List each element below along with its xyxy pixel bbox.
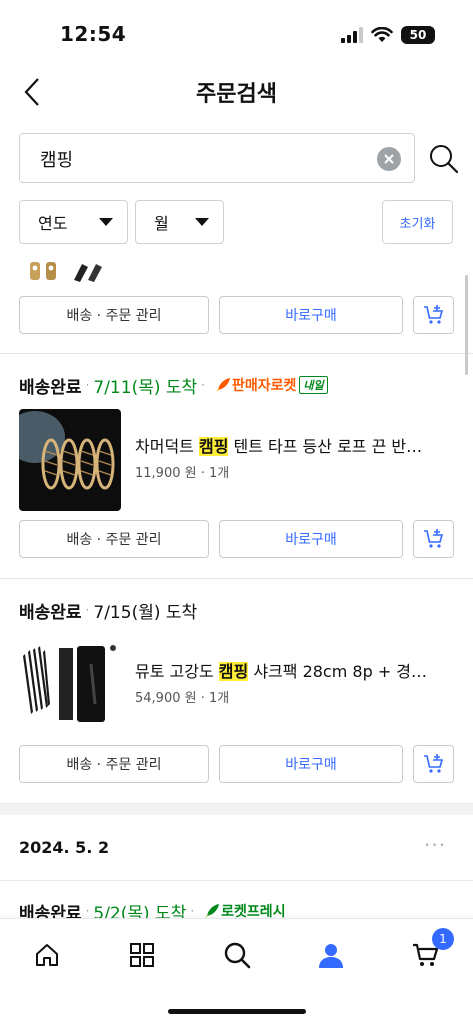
add-to-cart-button[interactable] (413, 520, 454, 558)
buy-now-button[interactable]: 바로구매 (219, 296, 403, 334)
add-to-cart-button[interactable] (413, 296, 454, 334)
order-actions: 배송 · 주문 관리 바로구매 (19, 520, 454, 558)
product-image-partial[interactable] (28, 258, 108, 286)
nav-home[interactable] (27, 935, 67, 975)
search-input[interactable] (40, 146, 370, 172)
buy-now-button[interactable]: 바로구매 (219, 520, 403, 558)
nav-category[interactable] (122, 935, 162, 975)
seller-rocket-badge: 판매자로켓 내일 (214, 375, 328, 395)
status-time: 12:54 (60, 22, 127, 46)
order-actions: 배송 · 주문 관리 바로구매 (19, 745, 454, 783)
divider (0, 578, 473, 579)
year-select[interactable]: 연도 (19, 200, 128, 244)
delivery-status: 배송완료 (19, 377, 82, 398)
manage-order-button[interactable]: 배송 · 주문 관리 (19, 296, 209, 334)
product-price: 11,900 원 · 1개 (135, 466, 230, 481)
reset-button[interactable]: 초기화 (382, 200, 453, 244)
status-icons: 50 (341, 26, 435, 44)
delivery-eta: 7/11(목) 도착 (93, 377, 198, 398)
buy-now-button[interactable]: 바로구매 (219, 745, 403, 783)
product-image[interactable] (19, 634, 121, 736)
grid-icon (130, 943, 154, 967)
search-box (19, 133, 415, 183)
search-icon (224, 942, 251, 969)
nav-my-account[interactable] (311, 935, 351, 975)
divider (0, 880, 473, 881)
product-name[interactable]: 차머덕트 캠핑 텐트 타프 등산 로프 끈 반… (135, 433, 459, 457)
cart-plus-icon (423, 754, 443, 773)
battery-indicator: 50 (401, 26, 435, 44)
product-item[interactable]: 뮤토 고강도 캠핑 샤크팩 28cm 8p + 경… 54,900 원 · 1개 (19, 634, 459, 736)
order-status-line: 배송완료 · 7/15(월) 도착 (19, 597, 197, 623)
divider (0, 353, 473, 354)
manage-order-button[interactable]: 배송 · 주문 관리 (19, 520, 209, 558)
cart-plus-icon (423, 529, 443, 548)
add-to-cart-button[interactable] (413, 745, 454, 783)
manage-order-button[interactable]: 배송 · 주문 관리 (19, 745, 209, 783)
search-icon (430, 145, 459, 174)
cart-count-badge: 1 (432, 928, 454, 950)
order-actions: 배송 · 주문 관리 바로구매 (19, 296, 454, 334)
search-highlight: 캠핑 (198, 437, 229, 456)
search-highlight: 캠핑 (218, 662, 249, 681)
delivery-eta: 7/15(월) 도착 (93, 602, 198, 623)
rocket-icon (215, 378, 230, 392)
product-image[interactable] (19, 409, 121, 511)
header: 주문검색 (0, 70, 473, 114)
signal-icon (341, 27, 363, 43)
search-button[interactable] (428, 143, 460, 175)
page-title: 주문검색 (196, 82, 277, 107)
home-indicator (168, 1009, 306, 1014)
clear-search-button[interactable] (377, 147, 401, 171)
delivery-status: 배송완료 (19, 602, 82, 623)
more-options-button[interactable]: ··· (424, 835, 450, 858)
home-icon (36, 944, 58, 966)
caret-down-icon (99, 218, 113, 226)
caret-down-icon (195, 218, 209, 226)
month-select[interactable]: 월 (135, 200, 224, 244)
section-divider (0, 803, 473, 815)
seller-rocket-label: 판매자로켓 (231, 378, 297, 394)
month-select-label: 월 (154, 214, 169, 233)
close-icon (384, 154, 394, 164)
user-icon (319, 944, 343, 968)
year-select-label: 연도 (38, 214, 68, 233)
cart-plus-icon (423, 305, 443, 324)
order-date-heading: 2024. 5. 2 (19, 838, 110, 857)
wifi-icon (371, 27, 393, 42)
status-bar: 12:54 50 (0, 0, 473, 70)
product-name[interactable]: 뮤토 고강도 캠핑 샤크팩 28cm 8p + 경… (135, 658, 459, 682)
nav-search[interactable] (217, 935, 257, 975)
tomorrow-tag: 내일 (299, 376, 328, 394)
product-item[interactable]: 차머덕트 캠핑 텐트 타프 등산 로프 끈 반… 11,900 원 · 1개 (19, 409, 459, 511)
order-status-line: 배송완료 · 7/11(목) 도착 · 판매자로켓 내일 (19, 372, 328, 398)
product-price: 54,900 원 · 1개 (135, 691, 230, 706)
scrollbar[interactable] (465, 275, 468, 375)
